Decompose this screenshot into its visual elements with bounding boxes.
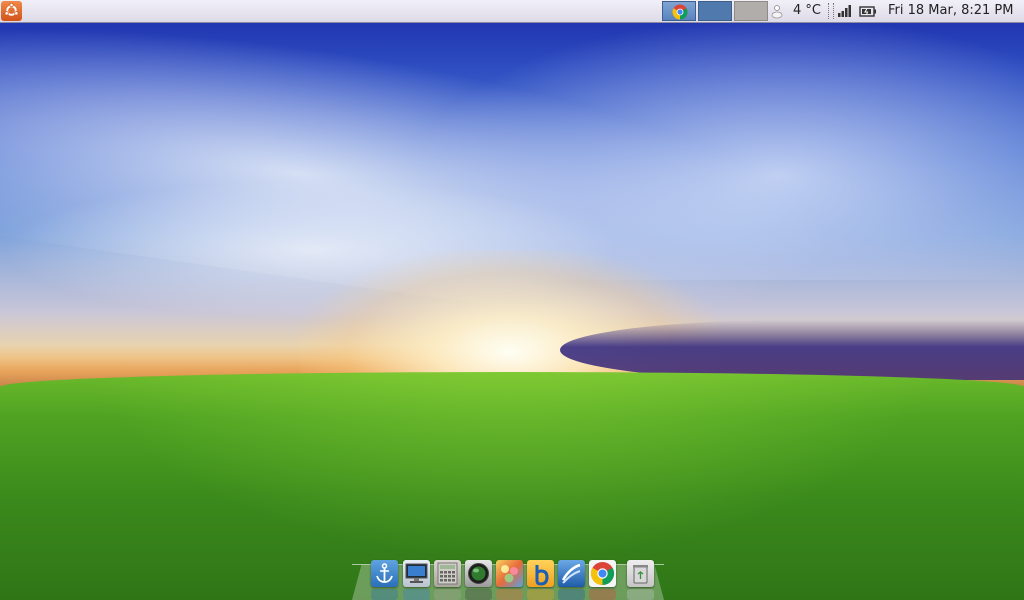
dock-reflection <box>527 589 554 600</box>
temperature-label[interactable]: 4 °C <box>793 1 827 21</box>
monitor-icon[interactable] <box>403 560 430 587</box>
dock-reflection <box>465 589 492 600</box>
document-icon[interactable] <box>558 560 585 587</box>
globe-icon[interactable] <box>465 560 492 587</box>
workspace-switcher-active[interactable] <box>698 1 732 21</box>
bluefish-icon[interactable] <box>527 560 554 587</box>
dock-reflection <box>434 589 461 600</box>
system-tray: 4 °C Fri 18 Mar, 8:21 PM <box>0 0 1024 22</box>
top-panel: 4 °C Fri 18 Mar, 8:21 PM <box>0 0 1024 23</box>
chrome-icon <box>672 4 688 20</box>
weather-icon[interactable] <box>770 1 784 21</box>
image-viewer-icon[interactable] <box>496 560 523 587</box>
chrome-icon[interactable] <box>589 560 616 587</box>
dock-reflection <box>496 589 523 600</box>
wallpaper-dark-cloud <box>560 320 1024 380</box>
workspace-switcher-inactive[interactable] <box>734 1 768 21</box>
desktop[interactable]: 4 °C Fri 18 Mar, 8:21 PM <box>0 0 1024 600</box>
trash-icon[interactable] <box>627 560 654 587</box>
dock-reflection <box>589 589 616 600</box>
dock-reflection <box>558 589 585 600</box>
dock-reflection <box>371 589 398 600</box>
battery-icon[interactable] <box>858 1 878 21</box>
signal-icon[interactable] <box>836 1 854 21</box>
clock[interactable]: Fri 18 Mar, 8:21 PM <box>888 1 1018 21</box>
dock-reflection <box>403 589 430 600</box>
panel-separator <box>828 3 834 19</box>
anchor-icon[interactable] <box>371 560 398 587</box>
dock-reflection <box>627 589 654 600</box>
taskbar-item-chrome[interactable] <box>662 1 696 21</box>
calculator-icon[interactable] <box>434 560 461 587</box>
